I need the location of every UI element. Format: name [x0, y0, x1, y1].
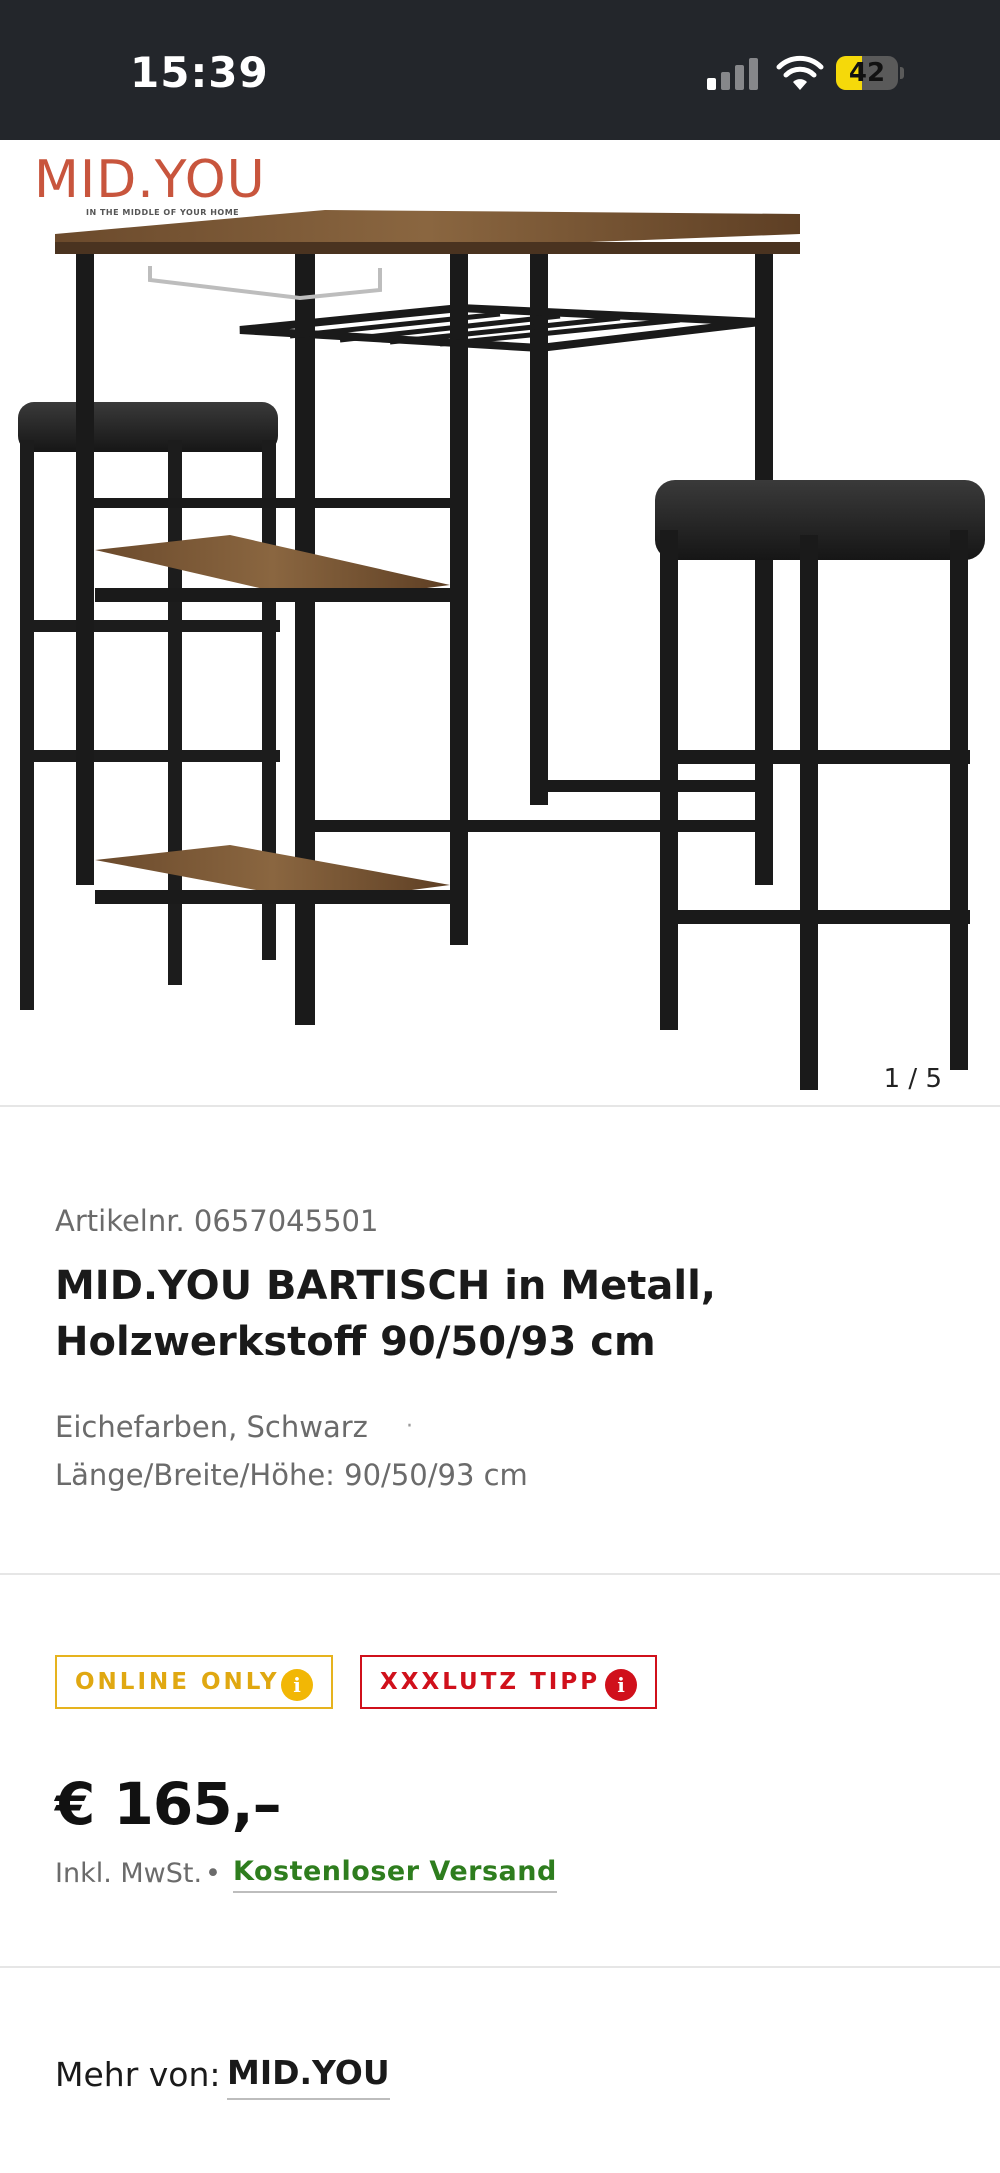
- article-number: Artikelnr. 0657045501: [55, 1204, 379, 1238]
- product-title-bold: MID.YOU BARTISCH: [55, 1263, 491, 1309]
- online-only-badge[interactable]: ONLINE ONLY i: [55, 1655, 333, 1709]
- free-shipping-link[interactable]: Kostenloser Versand: [233, 1856, 557, 1893]
- online-only-label: ONLINE ONLY: [75, 1669, 280, 1695]
- divider: [0, 1105, 1000, 1107]
- wifi-icon: [776, 55, 824, 90]
- product-title: MID.YOU BARTISCH in Metall, Holzwerkstof…: [55, 1258, 915, 1370]
- status-bar: 15:39 42: [0, 0, 1000, 140]
- signal-icon: [707, 58, 759, 90]
- more-from-brand-link[interactable]: MID.YOU: [227, 2053, 390, 2100]
- price-separator: •: [205, 1858, 221, 1889]
- more-from-label: Mehr von:: [55, 2055, 221, 2094]
- image-counter: 1 / 5: [883, 1064, 942, 1094]
- product-image[interactable]: [0, 190, 1000, 1090]
- divider: [0, 1966, 1000, 1968]
- product-dimensions: Länge/Breite/Höhe: 90/50/93 cm: [55, 1458, 528, 1492]
- variant-separator: ·: [406, 1414, 413, 1439]
- status-time: 15:39: [130, 48, 269, 97]
- tax-note: Inkl. MwSt.: [55, 1858, 203, 1889]
- battery-level: 42: [848, 58, 886, 88]
- battery-icon: 42: [836, 56, 904, 90]
- product-variant: Eichefarben, Schwarz: [55, 1410, 368, 1444]
- price: € 165,–: [55, 1770, 282, 1838]
- info-icon[interactable]: i: [605, 1669, 637, 1701]
- xxxlutz-tipp-label: XXXLUTZ TIPP: [380, 1669, 601, 1695]
- divider: [0, 1573, 1000, 1575]
- xxxlutz-tipp-badge[interactable]: XXXLUTZ TIPP i: [360, 1655, 657, 1709]
- info-icon[interactable]: i: [281, 1669, 313, 1701]
